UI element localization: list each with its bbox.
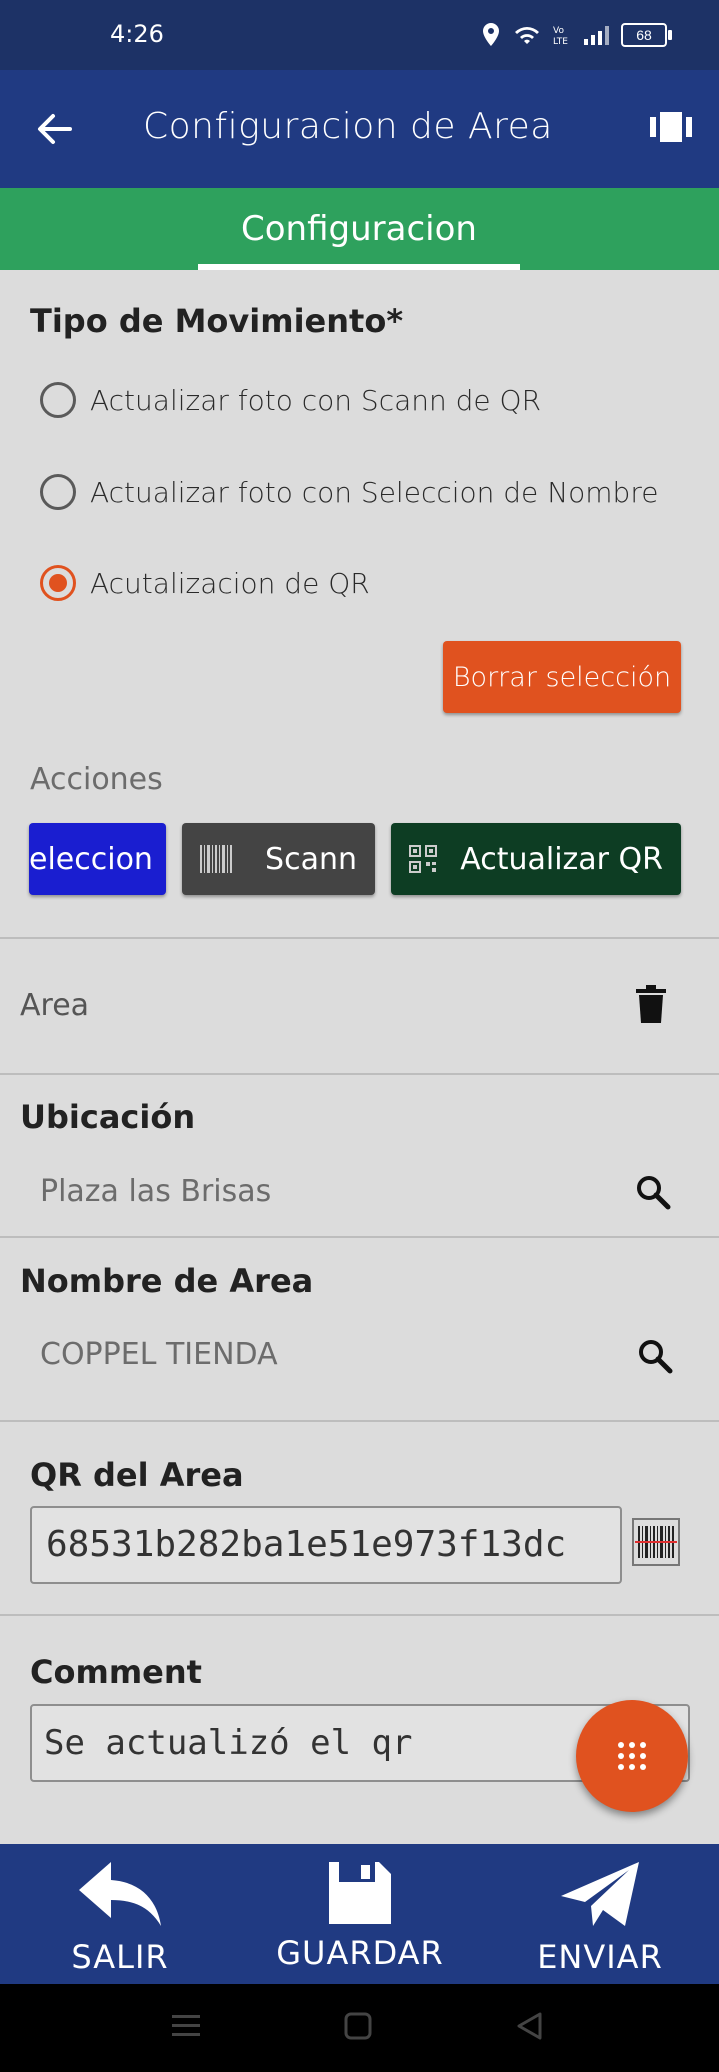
send-paper-plane-icon	[561, 1862, 639, 1926]
nombre-area-label: Nombre de Area	[20, 1262, 314, 1300]
battery-level: 68	[636, 27, 652, 43]
page-title: Configuracion de Area	[143, 106, 553, 147]
movement-title: Tipo de Movimiento*	[30, 302, 404, 340]
svg-text:LTE: LTE	[553, 37, 568, 46]
radio-option-scan-qr[interactable]: Actualizar foto con Scann de QR	[40, 382, 541, 418]
qr-code-icon	[409, 845, 437, 873]
radio-label: Actualizar foto con Scann de QR	[90, 383, 542, 417]
radio-dot	[49, 574, 67, 592]
radio-button[interactable]	[40, 382, 76, 418]
divider	[0, 1420, 719, 1422]
save-floppy-icon	[329, 1862, 391, 1924]
search-icon[interactable]	[635, 1174, 671, 1210]
location-icon	[483, 23, 499, 46]
comment-label: Comment	[30, 1653, 202, 1691]
status-icons: Vo LTE 68	[481, 22, 672, 48]
status-bar: 4:26 Vo LTE 68	[0, 0, 719, 70]
save-button[interactable]: GUARDAR	[250, 1844, 470, 1984]
update-qr-button[interactable]: Actualizar QR	[391, 823, 681, 895]
wifi-icon	[515, 27, 539, 44]
area-label: Area	[20, 988, 90, 1023]
back-triangle-icon[interactable]	[516, 2012, 542, 2040]
ubicacion-value[interactable]: Plaza las Brisas	[40, 1174, 271, 1209]
tab-configuracion[interactable]: Configuracion	[198, 188, 520, 270]
divider	[0, 1236, 719, 1238]
app-bar: Configuracion de Area	[0, 70, 719, 188]
radio-button-checked[interactable]	[40, 565, 76, 601]
radio-button[interactable]	[40, 474, 76, 510]
exit-button[interactable]: SALIR	[10, 1844, 230, 1984]
carousel-icon[interactable]	[650, 110, 692, 144]
save-label: GUARDAR	[276, 1934, 444, 1972]
radio-label: Acutalizacion de QR	[90, 566, 370, 600]
barcode-scan-icon[interactable]	[632, 1518, 680, 1566]
bottom-action-bar: SALIR GUARDAR ENVIAR	[0, 1844, 719, 1984]
status-time: 4:26	[110, 20, 164, 48]
radio-option-name-selection[interactable]: Actualizar foto con Seleccion de Nombre	[40, 474, 658, 510]
search-icon[interactable]	[637, 1338, 673, 1374]
ubicacion-label: Ubicación	[20, 1098, 196, 1136]
actions-title: Acciones	[30, 762, 163, 797]
radio-label: Actualizar foto con Seleccion de Nombre	[90, 475, 659, 509]
seleccion-button-label: eleccion	[29, 841, 153, 877]
divider	[0, 937, 719, 939]
battery-icon: 68	[621, 23, 672, 47]
exit-label: SALIR	[71, 1938, 169, 1976]
clear-selection-button[interactable]: Borrar selección	[443, 641, 681, 713]
scan-button-label: Scann	[265, 841, 357, 877]
update-qr-button-label: Actualizar QR	[460, 841, 663, 877]
radio-option-update-qr[interactable]: Acutalizacion de QR	[40, 565, 370, 601]
tab-indicator	[198, 264, 520, 270]
signal-icon	[584, 26, 609, 45]
scan-button[interactable]: Scann	[182, 823, 375, 895]
reply-arrow-icon	[79, 1862, 161, 1926]
divider	[0, 1073, 719, 1075]
recent-apps-icon[interactable]	[172, 2012, 200, 2038]
qr-area-input[interactable]: 68531b282ba1e51e973f13dc	[30, 1506, 622, 1584]
system-nav-bar	[0, 1984, 719, 2072]
send-label: ENVIAR	[537, 1938, 663, 1976]
nombre-area-value[interactable]: COPPEL TIENDA	[40, 1337, 278, 1372]
tab-bar: Configuracion	[0, 188, 719, 270]
volte-icon: VoLTE	[553, 26, 568, 46]
svg-text:Vo: Vo	[553, 26, 564, 36]
back-arrow-icon[interactable]	[36, 112, 72, 146]
home-icon[interactable]	[344, 2012, 372, 2040]
barcode-icon	[200, 845, 232, 873]
dots-grid-icon	[618, 1742, 646, 1770]
qr-area-label: QR del Area	[30, 1456, 244, 1494]
send-button[interactable]: ENVIAR	[490, 1844, 710, 1984]
menu-fab-button[interactable]	[576, 1700, 688, 1812]
divider	[0, 1614, 719, 1616]
seleccion-button[interactable]: eleccion	[29, 823, 166, 895]
trash-icon[interactable]	[636, 985, 666, 1023]
